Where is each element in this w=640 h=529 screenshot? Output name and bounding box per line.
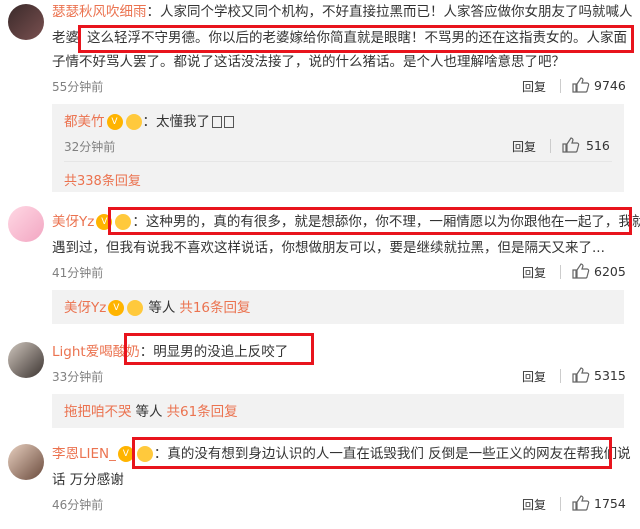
missing-glyph-icon: [212, 116, 222, 128]
divider: [560, 265, 561, 279]
divider: [560, 79, 561, 93]
like-count: 6205: [594, 264, 626, 279]
reply-button[interactable]: 回复: [522, 264, 546, 281]
reply-button[interactable]: 回复: [522, 496, 546, 513]
divider: [64, 161, 612, 162]
username-link[interactable]: 李恩LIEN_: [52, 446, 116, 462]
reply-button[interactable]: 回复: [512, 138, 536, 155]
view-more-replies-link[interactable]: 共61条回复: [167, 404, 238, 420]
highlight-box: [78, 25, 634, 53]
view-more-replies-link[interactable]: 共16条回复: [179, 300, 250, 316]
thumbs-up-icon[interactable]: [562, 137, 580, 153]
avatar[interactable]: [8, 206, 44, 242]
avatar[interactable]: [8, 4, 44, 40]
divider: [560, 369, 561, 383]
timestamp: 32分钟前: [64, 140, 116, 154]
comment-text: 瑟瑟秋风吹细雨：人家同个学校又同个机构，不好直接拉黑而已！人家答应做你女朋友了吗…: [52, 4, 633, 20]
like-count: 5315: [594, 368, 626, 383]
username-link[interactable]: 美伢Yz: [52, 214, 94, 230]
timestamp: 33分钟前: [52, 370, 104, 384]
thumbs-up-icon[interactable]: [572, 367, 590, 383]
timestamp: 46分钟前: [52, 498, 104, 512]
smile-emoji-icon: [127, 300, 144, 316]
comment-text: 话 万分感谢: [52, 472, 124, 488]
sub-replies-summary: 拖把咱不哭 等人 共61条回复: [64, 404, 238, 420]
username-link[interactable]: 瑟瑟秋风吹细雨: [52, 4, 147, 20]
view-more-replies-link[interactable]: 共338条回复: [64, 170, 141, 189]
thumbs-up-icon[interactable]: [572, 263, 590, 279]
thumbs-up-icon[interactable]: [572, 495, 590, 511]
reply-button[interactable]: 回复: [522, 78, 546, 95]
username-link[interactable]: 拖把咱不哭: [64, 404, 132, 420]
username-link[interactable]: 美伢Yz: [64, 300, 106, 316]
timestamp: 41分钟前: [52, 266, 104, 280]
comment-text: 遇到过，但我有说我不喜欢这样说话，你想做朋友可以，要是继续就拉黑，但是隔天又来了…: [52, 240, 605, 256]
highlight-box: [124, 333, 314, 365]
thumbs-up-icon[interactable]: [572, 77, 590, 93]
avatar[interactable]: [8, 342, 44, 378]
highlight-box: [108, 207, 632, 235]
like-count: 516: [586, 138, 610, 153]
sub-replies-summary: 美伢Yz V 等人 共16条回复: [64, 300, 251, 316]
vip-badge-icon: V: [108, 300, 125, 316]
comment-text: 子情不好骂人罢了。都说了这话没法接了，说的什么猪话。是个人也理解啥意思了吧？: [52, 54, 565, 70]
highlight-box: [132, 437, 612, 469]
divider: [560, 497, 561, 511]
like-count: 9746: [594, 78, 626, 93]
vip-badge-icon: V: [106, 114, 123, 130]
username-link[interactable]: 都美竹: [64, 114, 105, 130]
divider: [550, 139, 551, 153]
missing-glyph-icon: [224, 116, 234, 128]
reply-button[interactable]: 回复: [522, 368, 546, 385]
smile-emoji-icon: [125, 114, 142, 130]
avatar[interactable]: [8, 444, 44, 480]
timestamp: 55分钟前: [52, 80, 104, 94]
like-count: 1754: [594, 496, 626, 511]
sub-comment-text: 都美竹 V ：太懂我了: [64, 112, 234, 132]
